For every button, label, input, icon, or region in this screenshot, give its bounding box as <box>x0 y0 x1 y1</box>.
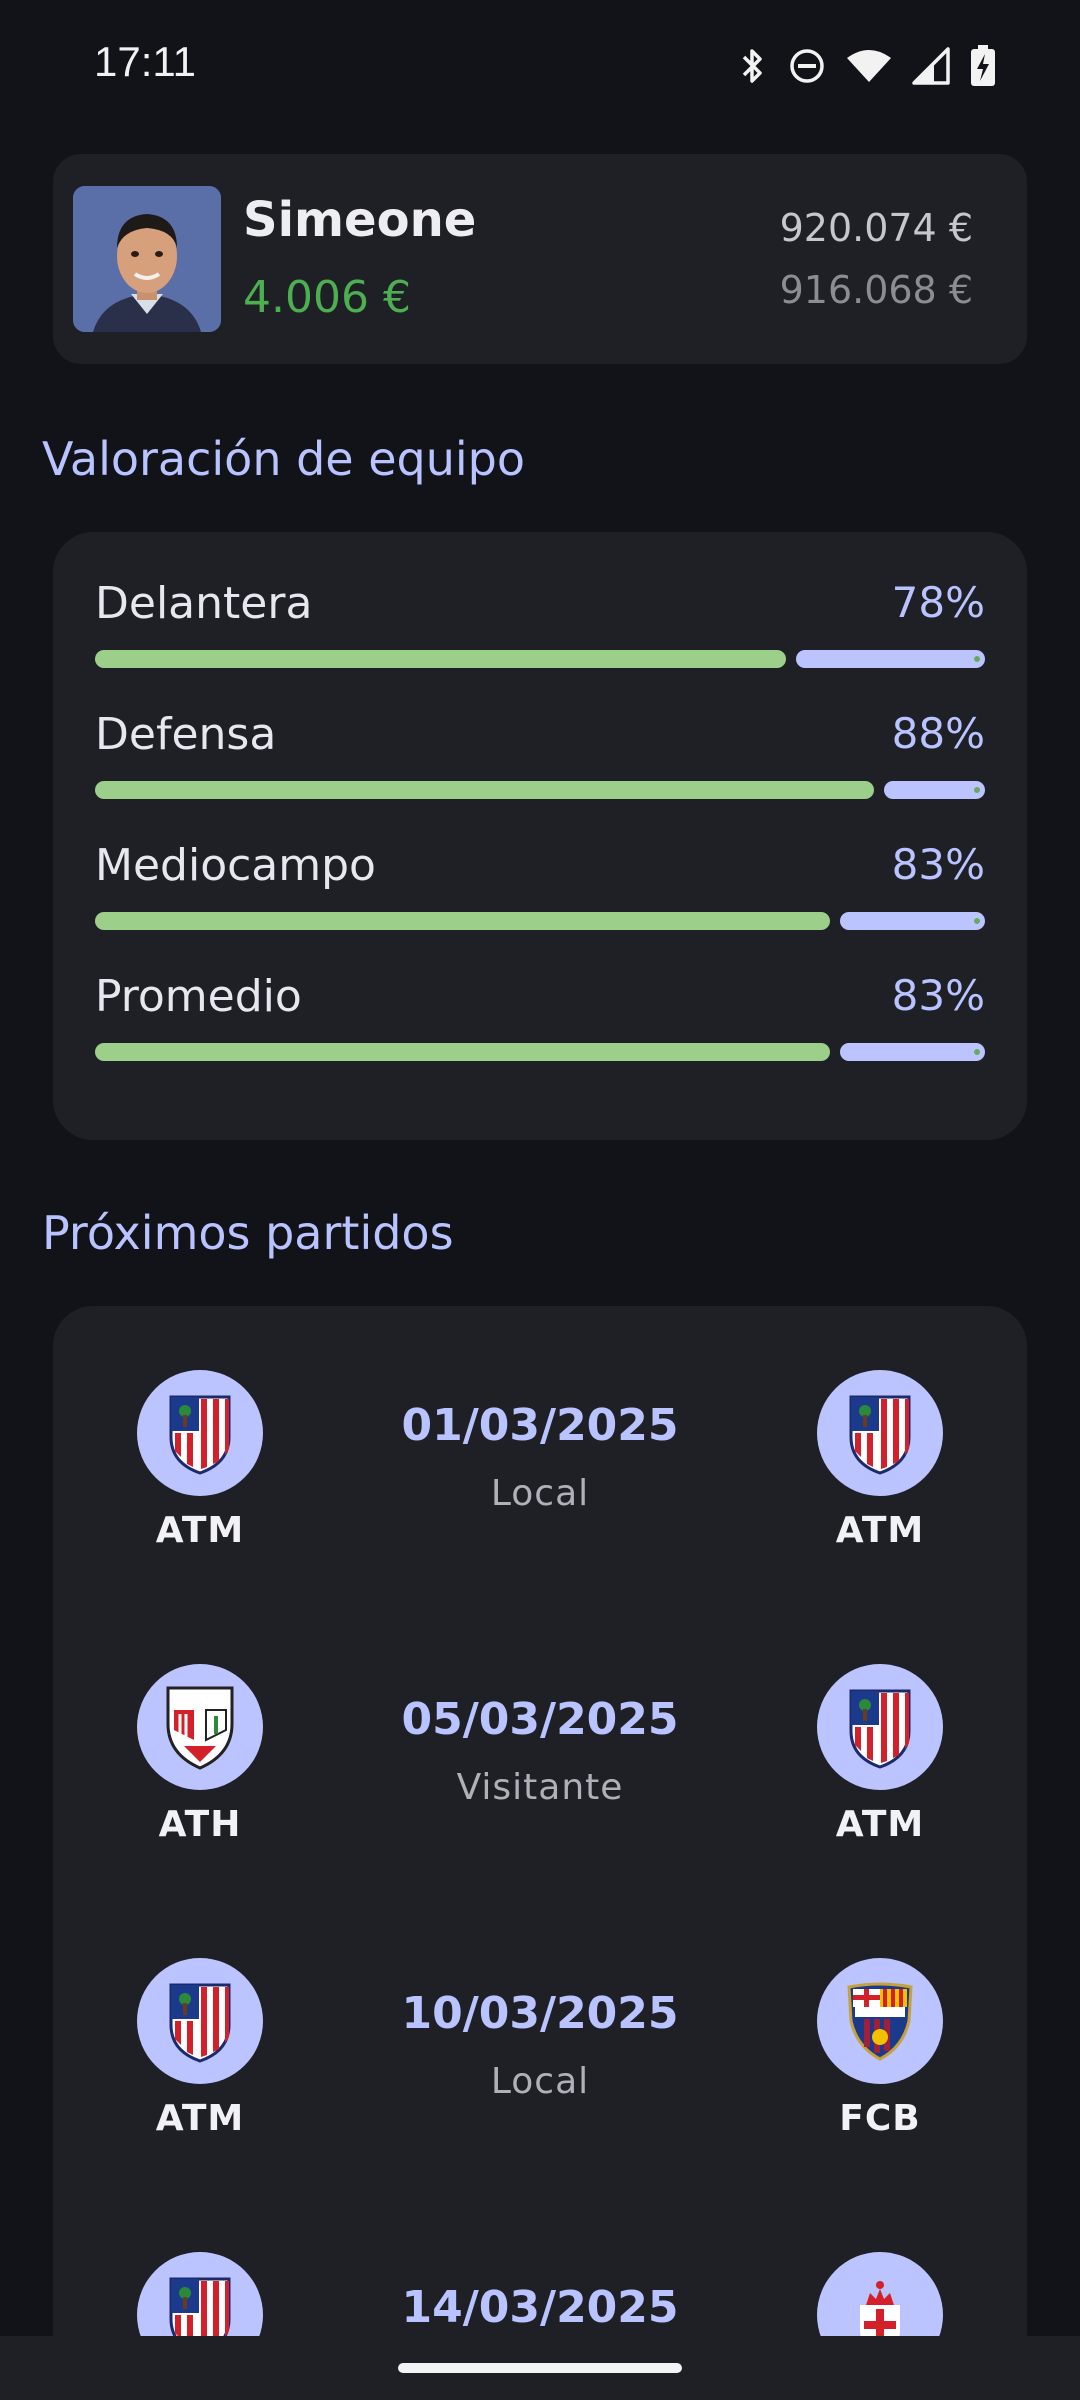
previous-team-value: 916.068 € <box>779 268 973 312</box>
rating-bar-remainder <box>796 650 985 668</box>
home-team-code: ATM <box>155 1510 245 1551</box>
rating-label: Defensa <box>95 709 277 760</box>
away-team[interactable]: ATM <box>790 1370 970 1551</box>
atletico-madrid-crest-icon <box>137 1958 263 2084</box>
away-team-code: FCB <box>839 2098 921 2139</box>
battery-charging-icon <box>971 45 995 86</box>
rating-bar <box>95 781 985 799</box>
rating-bar-fill <box>95 650 786 668</box>
rating-bar-fill <box>95 1043 830 1061</box>
athletic-club-crest-icon <box>137 1664 263 1790</box>
match-info: 05/03/2025 Visitante <box>340 1694 740 1808</box>
rating-bar-remainder <box>884 781 985 799</box>
home-team-code: ATM <box>155 2098 245 2139</box>
match-row[interactable]: ATH 05/03/2025 Visitante ATM <box>53 1664 1027 1864</box>
matches-section-title: Próximos partidos <box>42 1206 454 1260</box>
match-row[interactable]: ATM 01/03/2025 Local ATM <box>53 1370 1027 1570</box>
rating-percent: 88% <box>891 709 985 758</box>
home-team[interactable]: ATM <box>110 1958 290 2139</box>
do-not-disturb-icon <box>790 49 824 83</box>
rating-label: Promedio <box>95 971 302 1022</box>
match-venue: Local <box>490 2061 590 2102</box>
match-venue: Visitante <box>456 1767 624 1808</box>
match-row[interactable]: ATM 10/03/2025 Local FCB <box>53 1958 1027 2158</box>
rating-row-promedio: Promedio 83% <box>95 971 985 1081</box>
rating-row-mediocampo: Mediocampo 83% <box>95 840 985 950</box>
rating-bar <box>95 650 985 668</box>
wifi-icon <box>847 50 891 82</box>
team-value: 920.074 € <box>779 206 973 250</box>
atletico-madrid-crest-icon <box>817 1370 943 1496</box>
ratings-section-title: Valoración de equipo <box>42 432 525 486</box>
away-team[interactable]: ATM <box>790 1664 970 1845</box>
bluetooth-icon <box>742 49 762 83</box>
rating-row-delantera: Delantera 78% <box>95 578 985 688</box>
rating-label: Delantera <box>95 578 313 629</box>
manager-avatar <box>73 186 221 332</box>
rating-bar <box>95 912 985 930</box>
rating-row-defensa: Defensa 88% <box>95 709 985 819</box>
matches-card: ATM 01/03/2025 Local ATM ATH 05/03/2025 … <box>53 1306 1027 2400</box>
status-icons <box>738 44 996 88</box>
match-venue: Local <box>490 1473 590 1514</box>
rating-bar-remainder <box>840 1043 985 1061</box>
rating-bar-fill <box>95 912 830 930</box>
away-team-code: ATM <box>835 1510 925 1551</box>
rating-percent: 78% <box>891 578 985 627</box>
status-time: 17:11 <box>94 38 196 85</box>
match-date: 14/03/2025 <box>401 2282 679 2333</box>
match-info: 14/03/2025 <box>340 2282 740 2333</box>
rating-percent: 83% <box>891 971 985 1020</box>
home-indicator[interactable] <box>398 2363 682 2373</box>
home-team[interactable]: ATM <box>110 1370 290 1551</box>
match-info: 10/03/2025 Local <box>340 1988 740 2102</box>
atletico-madrid-crest-icon <box>817 1664 943 1790</box>
ratings-card: Delantera 78% Defensa 88% Mediocampo 83%… <box>53 532 1027 1140</box>
rating-bar-fill <box>95 781 874 799</box>
manager-balance: 4.006 € <box>243 272 411 323</box>
status-bar: 17:11 <box>0 0 1080 132</box>
rating-bar <box>95 1043 985 1061</box>
manager-name: Simeone <box>243 192 477 248</box>
rating-label: Mediocampo <box>95 840 376 891</box>
match-info: 01/03/2025 Local <box>340 1400 740 1514</box>
barcelona-crest-icon <box>817 1958 943 2084</box>
manager-card[interactable]: Simeone 4.006 € 920.074 € 916.068 € <box>53 154 1027 364</box>
rating-bar-remainder <box>840 912 985 930</box>
home-team-code: ATH <box>158 1804 242 1845</box>
away-team-code: ATM <box>835 1804 925 1845</box>
match-date: 05/03/2025 <box>401 1694 679 1745</box>
match-date: 01/03/2025 <box>401 1400 679 1451</box>
atletico-madrid-crest-icon <box>137 1370 263 1496</box>
home-team[interactable]: ATH <box>110 1664 290 1845</box>
rating-percent: 83% <box>891 840 985 889</box>
signal-icon <box>912 47 950 85</box>
match-date: 10/03/2025 <box>401 1988 679 2039</box>
away-team[interactable]: FCB <box>790 1958 970 2139</box>
